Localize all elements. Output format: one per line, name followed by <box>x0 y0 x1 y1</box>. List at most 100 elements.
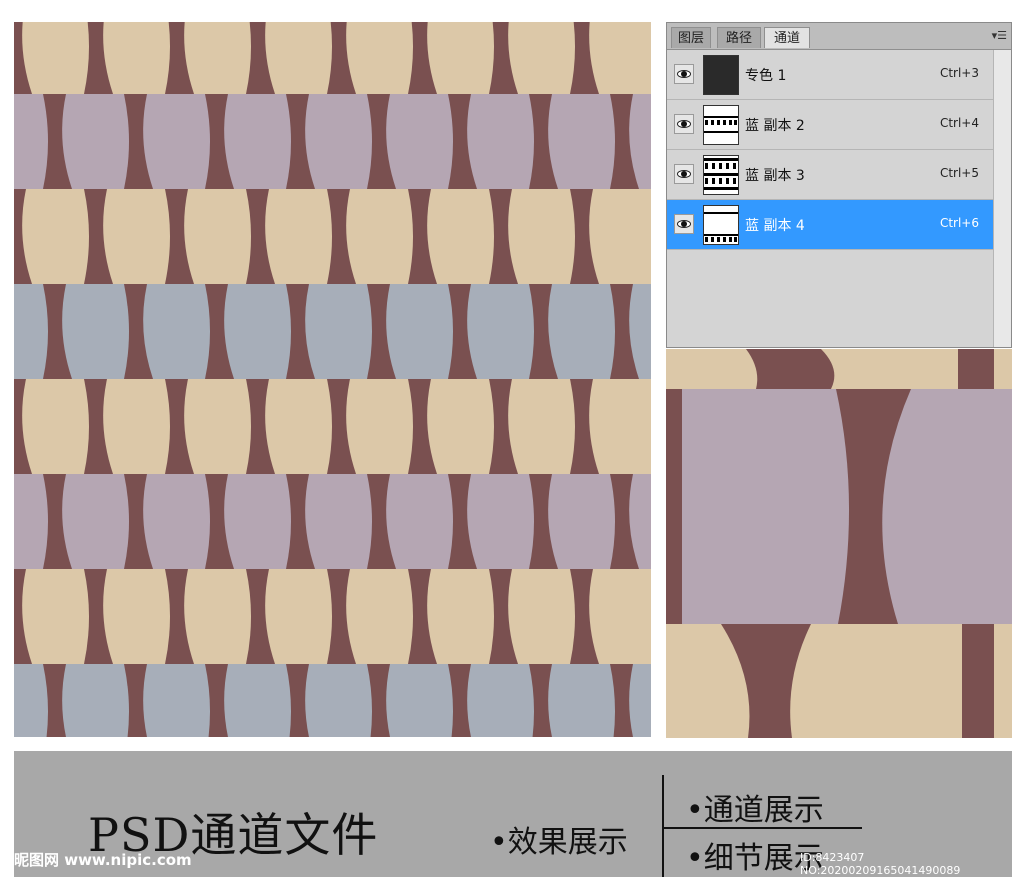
channel-shortcut: Ctrl+5 <box>939 166 979 180</box>
pattern-cell <box>386 94 453 189</box>
pattern-cell <box>427 379 494 474</box>
pattern-cell <box>548 94 615 189</box>
pattern-cell <box>22 22 89 94</box>
pattern-cell <box>265 569 332 664</box>
pattern-cell <box>184 189 251 284</box>
pattern-cell <box>143 94 210 189</box>
eye-icon[interactable] <box>674 114 694 134</box>
channel-name: 蓝 副本 4 <box>745 218 805 234</box>
effect-label: •效果展示 <box>490 825 628 860</box>
pattern-cell <box>508 189 575 284</box>
pattern-cell <box>14 94 48 189</box>
panel-scrollbar[interactable] <box>993 50 1011 347</box>
thumbnail-pattern <box>704 212 738 242</box>
channel-thumbnail <box>703 105 739 145</box>
pattern-cell <box>103 569 170 664</box>
pattern-cell <box>143 474 210 569</box>
pattern-cell <box>548 474 615 569</box>
channel-name: 蓝 副本 3 <box>745 168 805 184</box>
pattern-cell <box>467 284 534 379</box>
pattern-image <box>14 22 651 737</box>
channel-shortcut: Ctrl+3 <box>939 66 979 80</box>
image-id: ID:8423407 NO:20200209165041490089 <box>800 851 961 877</box>
pattern-cell <box>346 569 413 664</box>
pattern-cell <box>508 569 575 664</box>
divider-vertical <box>662 775 664 877</box>
channel-shortcut: Ctrl+4 <box>939 116 979 130</box>
detail-image <box>666 349 1012 738</box>
pattern-cell <box>143 284 210 379</box>
pattern-cell <box>14 474 48 569</box>
pattern-cell <box>386 664 453 737</box>
channels-panel: 图层 路径 通道 ▾☰ 专色 1 Ctrl+3 蓝 副本 2 Ctrl+4 蓝 … <box>666 22 1012 348</box>
channel-thumbnail <box>703 205 739 245</box>
channel-name: 专色 1 <box>745 68 787 84</box>
pattern-cell <box>305 94 372 189</box>
pattern-cell <box>305 474 372 569</box>
pattern-cell <box>346 379 413 474</box>
channel-label: •通道展示 <box>686 793 824 828</box>
channel-row[interactable]: 蓝 副本 3 Ctrl+5 <box>667 150 993 200</box>
pattern-cell <box>427 189 494 284</box>
thumbnail-pattern <box>704 158 738 190</box>
eye-icon[interactable] <box>674 164 694 184</box>
pattern-cell <box>346 189 413 284</box>
pattern-cell <box>629 474 651 569</box>
panel-menu-icon[interactable]: ▾☰ <box>992 29 1007 42</box>
pattern-cell <box>62 664 129 737</box>
pattern-cell <box>467 664 534 737</box>
pattern-cell <box>589 22 651 94</box>
eye-icon[interactable] <box>674 214 694 234</box>
pattern-cell <box>143 664 210 737</box>
pattern-cell <box>427 569 494 664</box>
pattern-cell <box>589 379 651 474</box>
pattern-cell <box>386 474 453 569</box>
pattern-cell <box>224 284 291 379</box>
pattern-cell <box>103 379 170 474</box>
pattern-cell <box>224 94 291 189</box>
pattern-cell <box>184 22 251 94</box>
tab-channels[interactable]: 通道 <box>764 27 810 48</box>
pattern-cell <box>427 22 494 94</box>
channel-row[interactable]: 专色 1 Ctrl+3 <box>667 50 993 100</box>
pattern-cell <box>224 664 291 737</box>
pattern-cell <box>265 379 332 474</box>
pattern-cell <box>467 94 534 189</box>
pattern-cell <box>14 664 48 737</box>
eye-icon[interactable] <box>674 64 694 84</box>
channel-row-selected[interactable]: 蓝 副本 4 Ctrl+6 <box>667 200 993 250</box>
pattern-cell <box>305 664 372 737</box>
pattern-cell <box>548 284 615 379</box>
panel-empty-area <box>667 254 993 347</box>
pattern-cell <box>548 664 615 737</box>
detail-view <box>666 349 1012 738</box>
pattern-cell <box>184 379 251 474</box>
pattern-cell <box>14 284 48 379</box>
pattern-cell <box>346 22 413 94</box>
tab-layers[interactable]: 图层 <box>671 27 711 48</box>
pattern-cell <box>508 22 575 94</box>
channel-thumbnail <box>703 155 739 195</box>
tab-paths[interactable]: 路径 <box>717 27 761 48</box>
watermark: 昵图网 www.nipic.com <box>14 851 192 869</box>
channel-name: 蓝 副本 2 <box>745 118 805 134</box>
pattern-cell <box>62 474 129 569</box>
channel-thumbnail <box>703 55 739 95</box>
info-banner: PSD通道文件 •效果展示 •通道展示 •细节展示 昵图网 www.nipic.… <box>14 751 1012 877</box>
pattern-cell <box>508 379 575 474</box>
pattern-cell <box>62 284 129 379</box>
pattern-cell <box>265 189 332 284</box>
pattern-cell <box>629 284 651 379</box>
pattern-cell <box>22 189 89 284</box>
pattern-cell <box>184 569 251 664</box>
pattern-cell <box>103 189 170 284</box>
pattern-cell <box>589 189 651 284</box>
pattern-cell <box>22 379 89 474</box>
pattern-cell <box>589 569 651 664</box>
thumbnail-pattern <box>704 116 738 133</box>
channel-row[interactable]: 蓝 副本 2 Ctrl+4 <box>667 100 993 150</box>
pattern-cell <box>386 284 453 379</box>
pattern-cell <box>62 94 129 189</box>
pattern-cell <box>629 664 651 737</box>
pattern-cell <box>305 284 372 379</box>
